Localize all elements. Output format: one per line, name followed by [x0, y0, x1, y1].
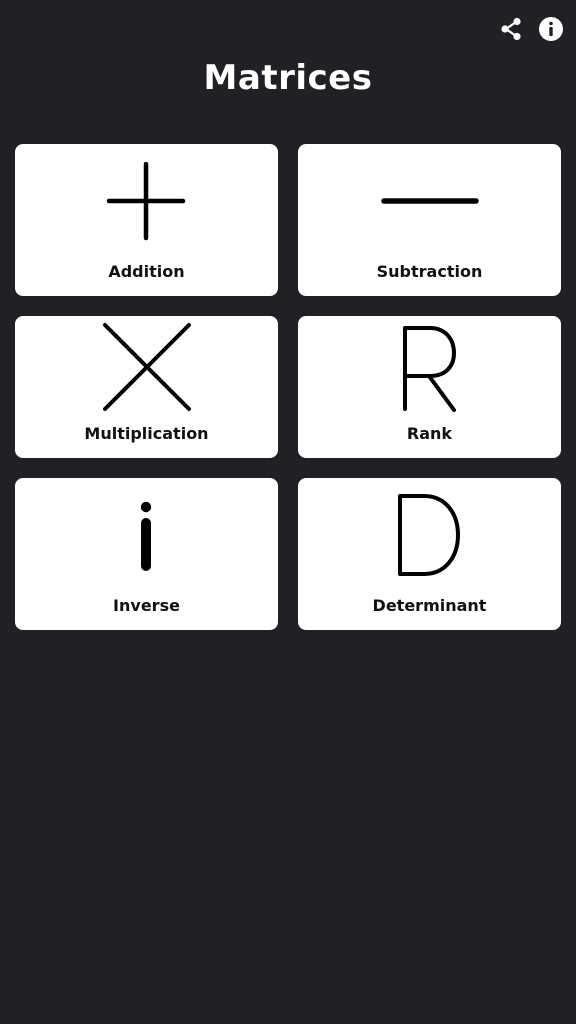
- rank-label: Rank: [406, 424, 453, 443]
- determinant-card[interactable]: Determinant: [298, 478, 561, 630]
- inverse-label: Inverse: [113, 596, 180, 615]
- subtraction-card[interactable]: Subtraction: [298, 144, 561, 296]
- page-title: Matrices: [203, 58, 373, 98]
- multiplication-card[interactable]: Multiplication: [15, 316, 278, 458]
- subtraction-label: Subtraction: [376, 262, 483, 281]
- inverse-i-icon: [140, 501, 152, 571]
- determinant-label: Determinant: [372, 596, 487, 615]
- info-icon: [539, 17, 563, 41]
- multiply-icon: [103, 323, 191, 411]
- inverse-card[interactable]: Inverse: [15, 478, 278, 630]
- determinant-d-icon: [398, 494, 460, 576]
- info-button[interactable]: [538, 16, 564, 42]
- share-icon: [501, 17, 521, 41]
- rank-card[interactable]: Rank: [298, 316, 561, 458]
- header-actions: [498, 16, 564, 42]
- multiplication-label: Multiplication: [84, 424, 209, 443]
- minus-icon: [381, 198, 479, 204]
- rank-r-icon: [403, 326, 456, 412]
- share-button[interactable]: [498, 16, 524, 42]
- addition-label: Addition: [108, 262, 185, 281]
- addition-card[interactable]: Addition: [15, 144, 278, 296]
- plus-icon: [106, 162, 186, 241]
